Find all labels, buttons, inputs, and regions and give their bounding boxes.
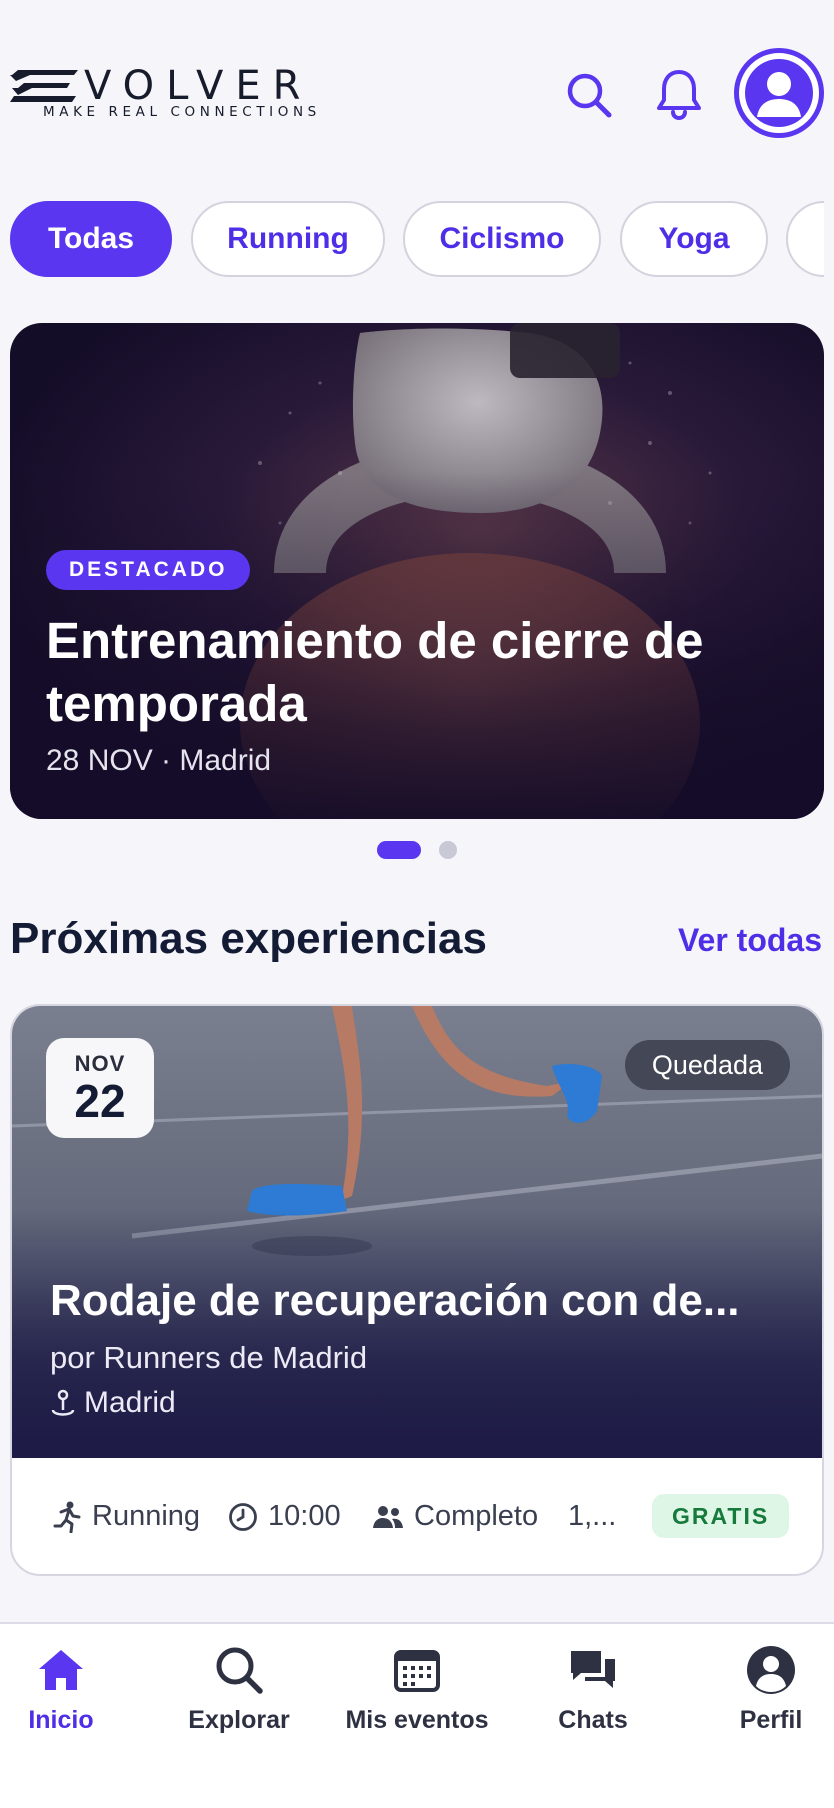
chip-ciclismo[interactable]: Ciclismo	[403, 201, 601, 277]
search-icon	[211, 1642, 267, 1698]
home-icon	[33, 1642, 89, 1698]
event-time: 10:00	[228, 1500, 341, 1533]
event-day: 22	[74, 1075, 126, 1127]
nav-label-perfil: Perfil	[739, 1706, 803, 1734]
people-icon	[373, 1505, 403, 1528]
event-distance-label: 1,...	[568, 1500, 617, 1532]
featured-event-card[interactable]: DESTACADO Entrenamiento de cierre de tem…	[10, 323, 824, 819]
nav-mis-eventos[interactable]: Mis eventos	[332, 1642, 502, 1752]
logo-e-mark	[10, 70, 78, 102]
featured-date-location: 28 NOV · Madrid	[46, 744, 272, 777]
chip-more-partial[interactable]	[786, 201, 824, 277]
chip-todas[interactable]: Todas	[10, 201, 172, 277]
location-pin-icon	[51, 1389, 75, 1416]
nav-chats[interactable]: Chats	[508, 1642, 678, 1752]
app-header: VOLVER MAKE REAL CONNECTIONS	[0, 0, 834, 180]
event-date-box: NOV 22	[46, 1038, 154, 1138]
event-price-badge: GRATIS	[652, 1494, 790, 1538]
event-capacity: Completo	[372, 1500, 538, 1533]
event-organizer: por Runners de Madrid	[50, 1340, 368, 1375]
event-capacity-label: Completo	[414, 1500, 539, 1532]
featured-badge: DESTACADO	[46, 550, 251, 590]
search-icon	[567, 73, 612, 118]
category-filter-bar: Todas Running Ciclismo Yoga	[10, 201, 824, 279]
event-card[interactable]: NOV 22 Quedada Rodaje de recuperación co…	[10, 1004, 824, 1576]
featured-title: Entrenamiento de cierre de temporada	[46, 612, 704, 732]
nav-label-mis-eventos: Mis eventos	[345, 1706, 489, 1734]
chip-yoga[interactable]: Yoga	[620, 201, 768, 277]
event-type-badge: Quedada	[624, 1040, 790, 1090]
event-title: Rodaje de recuperación con de...	[50, 1276, 740, 1325]
carousel-dot-active[interactable]	[377, 841, 421, 859]
event-distance: 1,...	[568, 1500, 616, 1533]
section-title: Próximas experiencias	[10, 914, 487, 963]
carousel-indicator	[377, 841, 457, 859]
profile-avatar-button[interactable]	[734, 48, 824, 138]
event-sport-label: Running	[92, 1500, 201, 1532]
nav-label-explorar: Explorar	[188, 1706, 290, 1734]
brand-tagline: MAKE REAL CONNECTIONS	[43, 104, 321, 120]
carousel-dot[interactable]	[439, 841, 457, 859]
user-avatar-icon	[757, 72, 801, 117]
clock-icon	[229, 1502, 257, 1531]
nav-perfil[interactable]: Perfil	[686, 1642, 834, 1752]
chat-icon	[565, 1642, 621, 1698]
brand-logo[interactable]: VOLVER MAKE REAL CONNECTIONS	[10, 64, 386, 124]
event-time-label: 10:00	[268, 1500, 341, 1532]
event-sport: Running	[52, 1500, 200, 1533]
running-icon	[53, 1501, 81, 1533]
nav-explorar[interactable]: Explorar	[154, 1642, 324, 1752]
event-month: NOV	[74, 1051, 126, 1076]
avatar	[745, 59, 813, 127]
calendar-icon	[389, 1642, 445, 1698]
event-image: NOV 22 Quedada Rodaje de recuperación co…	[12, 1006, 822, 1458]
event-location: Madrid	[50, 1386, 176, 1420]
nav-label-chats: Chats	[558, 1706, 628, 1734]
search-button[interactable]	[562, 68, 616, 122]
notifications-button[interactable]	[652, 66, 706, 122]
event-details-row: Running 10:00 Completo 1,... GRATIS	[12, 1458, 822, 1574]
see-all-link[interactable]: Ver todas	[678, 922, 822, 959]
nav-inicio[interactable]: Inicio	[0, 1642, 146, 1752]
brand-name: VOLVER	[84, 63, 313, 109]
bell-icon	[657, 70, 701, 120]
nav-label-inicio: Inicio	[28, 1706, 94, 1734]
profile-icon	[743, 1642, 799, 1698]
event-location-label: Madrid	[84, 1386, 176, 1419]
bottom-navigation: Inicio Explorar Mis eventos Chats Perfil	[0, 1622, 834, 1808]
chip-running[interactable]: Running	[191, 201, 385, 277]
